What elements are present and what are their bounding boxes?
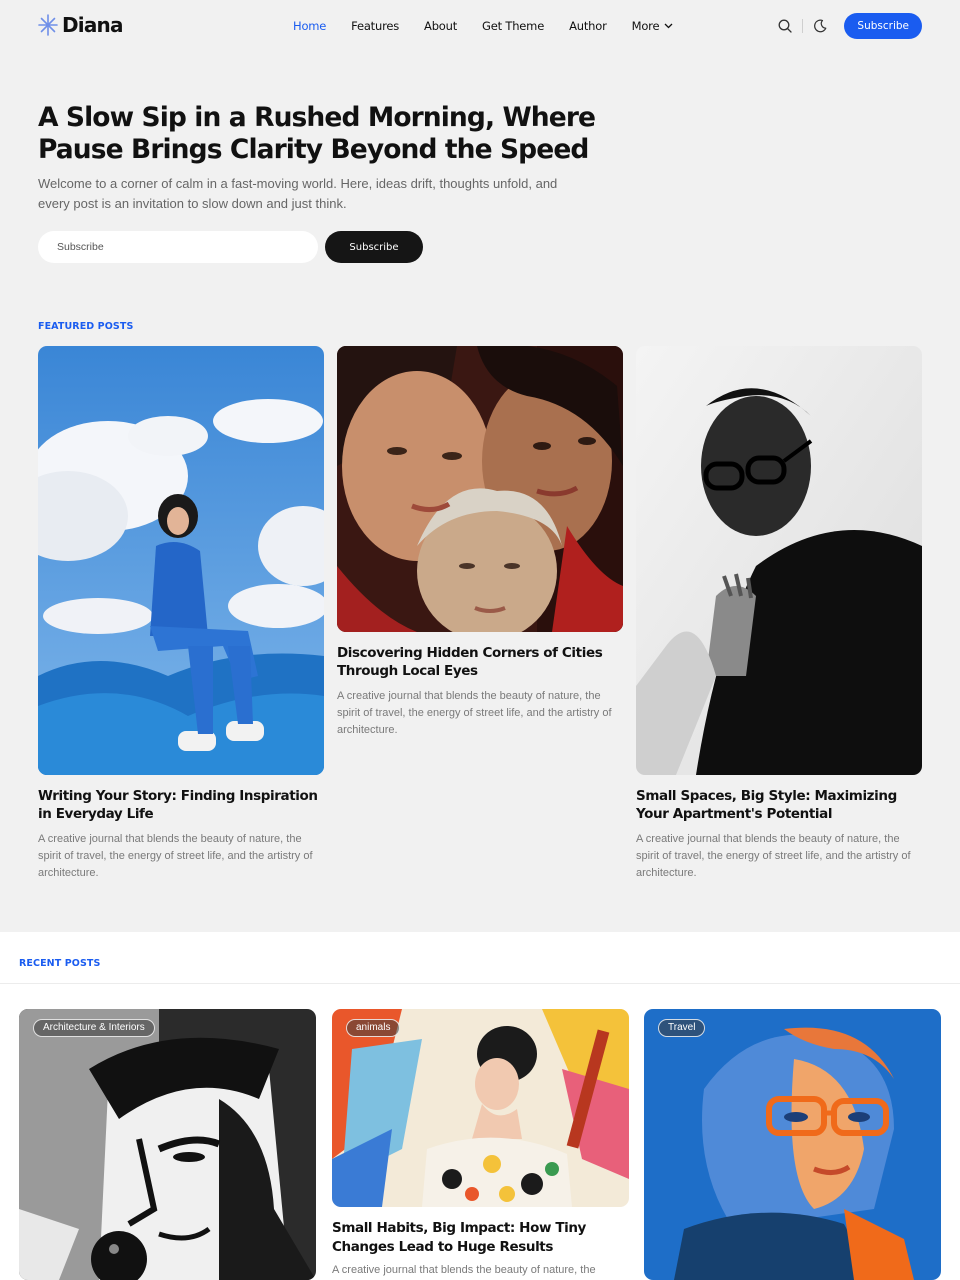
- subscribe-form: Subscribe: [38, 231, 423, 263]
- header-subscribe-button[interactable]: Subscribe: [844, 13, 922, 39]
- recent-post-title[interactable]: Small Habits, Big Impact: How Tiny Chang…: [332, 1219, 629, 1257]
- recent-post-image[interactable]: Travel: [644, 1009, 941, 1280]
- category-tag[interactable]: animals: [346, 1019, 401, 1037]
- recent-post-image[interactable]: Architecture & Interiors: [19, 1009, 316, 1280]
- featured-post-image[interactable]: [337, 346, 623, 632]
- tool-divider: [802, 19, 804, 33]
- featured-post-title[interactable]: Small Spaces, Big Style: Maximizing Your…: [636, 787, 922, 823]
- chevron-down-icon: [664, 23, 673, 29]
- search-icon[interactable]: [777, 18, 793, 34]
- nav-author[interactable]: Author: [569, 19, 607, 33]
- featured-post-card: Discovering Hidden Corners of Cities Thr…: [337, 346, 623, 739]
- featured-post-image[interactable]: [38, 346, 324, 775]
- three-women-portrait-image: [337, 346, 623, 632]
- category-tag[interactable]: Architecture & Interiors: [33, 1019, 155, 1037]
- recent-posts-label: RECENT POSTS: [19, 958, 101, 969]
- logo[interactable]: Diana: [38, 13, 123, 37]
- moon-icon[interactable]: [812, 18, 828, 34]
- woman-on-clouds-image: [38, 346, 324, 775]
- hero-subtitle: Welcome to a corner of calm in a fast-mo…: [38, 176, 558, 211]
- featured-posts-label: FEATURED POSTS: [38, 321, 134, 332]
- featured-post-title[interactable]: Writing Your Story: Finding Inspiration …: [38, 787, 324, 823]
- nav-get-theme[interactable]: Get Theme: [482, 19, 544, 33]
- man-with-glasses-bw-image: [636, 346, 922, 775]
- section-divider: [0, 983, 960, 984]
- subscribe-email-input[interactable]: [38, 231, 318, 263]
- recent-post-image[interactable]: animals: [332, 1009, 629, 1207]
- asterisk-burst-icon: [38, 14, 58, 36]
- nav-more-label: More: [631, 19, 660, 33]
- recent-post-card: Architecture & Interiors: [19, 1009, 316, 1280]
- header-tools: Subscribe: [777, 13, 922, 39]
- main-nav: Home Features About Get Theme Author Mor…: [293, 19, 698, 33]
- recent-post-card: animals Small Habits, Big Impact: How Ti…: [332, 1009, 629, 1279]
- nav-about[interactable]: About: [424, 19, 457, 33]
- nav-home[interactable]: Home: [293, 19, 326, 33]
- featured-post-excerpt: A creative journal that blends the beaut…: [38, 833, 313, 879]
- featured-post-excerpt: A creative journal that blends the beaut…: [636, 833, 911, 879]
- featured-post-card: Writing Your Story: Finding Inspiration …: [38, 346, 324, 882]
- brand-name: Diana: [62, 13, 123, 37]
- hero-subscribe-button[interactable]: Subscribe: [325, 231, 423, 263]
- abstract-bw-face-image: [19, 1009, 316, 1280]
- woman-orange-glasses-image: [644, 1009, 941, 1280]
- nav-more[interactable]: More: [632, 19, 674, 33]
- recent-post-excerpt: A creative journal that blends the beaut…: [332, 1264, 596, 1276]
- featured-post-image[interactable]: [636, 346, 922, 775]
- category-tag[interactable]: Travel: [658, 1019, 706, 1037]
- hero-title: A Slow Sip in a Rushed Morning, Where Pa…: [38, 102, 596, 165]
- featured-post-excerpt: A creative journal that blends the beaut…: [337, 690, 612, 736]
- recent-post-card: Travel: [644, 1009, 941, 1280]
- featured-post-card: Small Spaces, Big Style: Maximizing Your…: [636, 346, 922, 882]
- nav-features[interactable]: Features: [351, 19, 399, 33]
- colorful-illustration-image: [332, 1009, 629, 1207]
- featured-post-title[interactable]: Discovering Hidden Corners of Cities Thr…: [337, 644, 623, 680]
- site-header: Diana Home Features About Get Theme Auth…: [0, 0, 960, 52]
